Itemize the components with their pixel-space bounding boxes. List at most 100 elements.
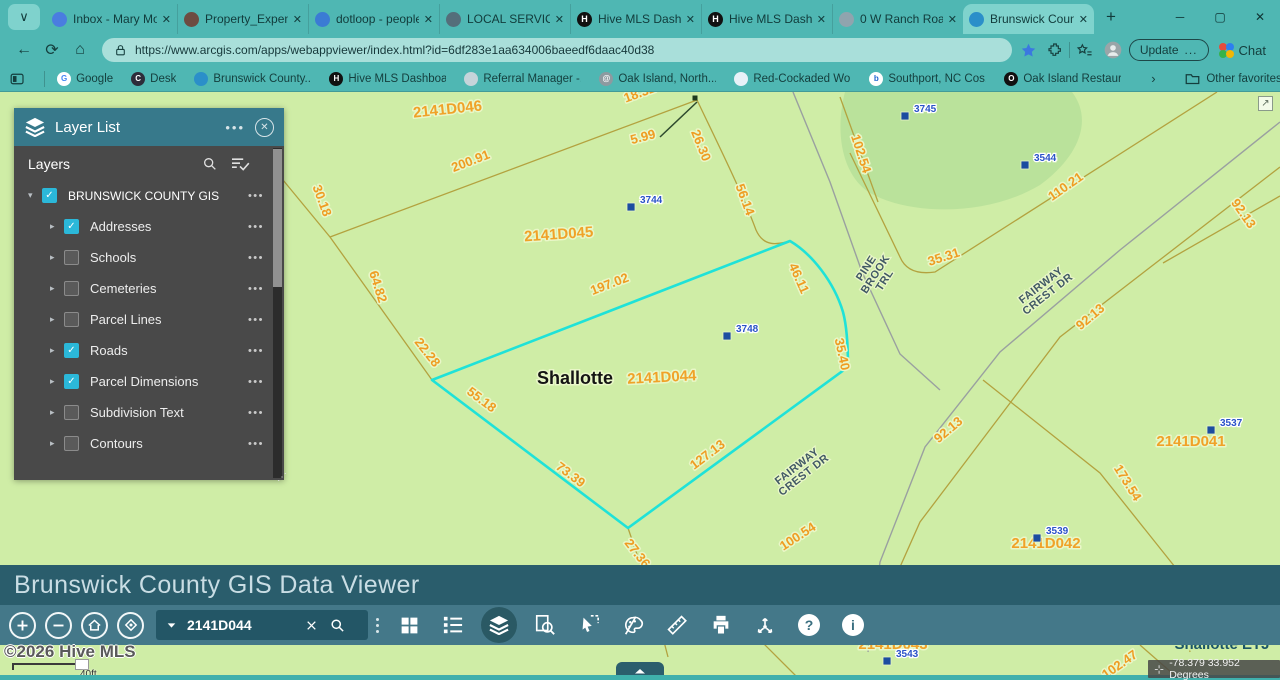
collections-icon[interactable] <box>1076 42 1093 59</box>
layer-checkbox[interactable]: ✓ <box>64 374 79 389</box>
attribute-table-edge[interactable] <box>0 675 1280 680</box>
layer-expander-caret[interactable]: ▸ <box>50 345 64 356</box>
browser-tab[interactable]: HHive MLS Dashboa✕ <box>701 4 832 34</box>
scrollbar-thumb[interactable] <box>273 149 282 287</box>
layer-checkbox[interactable] <box>64 405 79 420</box>
profile-avatar[interactable] <box>1103 40 1123 60</box>
measure-button[interactable] <box>655 606 699 644</box>
draw-button[interactable] <box>611 606 655 644</box>
browser-tab[interactable]: HHive MLS Dashboa✕ <box>570 4 701 34</box>
bookmark-item[interactable]: bSouthport, NC Cos... <box>869 72 986 86</box>
layer-list-header[interactable]: Layer List ••• ✕ <box>14 108 284 146</box>
tab-close-icon[interactable]: ✕ <box>681 13 695 26</box>
bookmark-item[interactable]: GGoogle <box>57 72 113 86</box>
bookmark-item[interactable]: OOak Island Restaur... <box>1004 72 1121 86</box>
search-submit-icon[interactable] <box>330 618 345 633</box>
tab-close-icon[interactable]: ✕ <box>812 13 826 26</box>
layer-checkbox[interactable] <box>64 281 79 296</box>
bookmark-item[interactable]: HHive MLS Dashboa... <box>329 72 446 86</box>
zoom-in-button[interactable] <box>9 612 36 639</box>
layer-menu-button[interactable]: ••• <box>248 407 264 419</box>
window-minimize-button[interactable]: ─ <box>1160 2 1200 32</box>
browser-tab[interactable]: Inbox - Mary Morg✕ <box>46 4 177 34</box>
window-close-button[interactable]: ✕ <box>1240 2 1280 32</box>
bookmarks-overflow-chevron[interactable]: › <box>1139 71 1167 86</box>
basemap-gallery-button[interactable] <box>387 606 431 644</box>
layer-expander-caret[interactable]: ▸ <box>50 438 64 449</box>
layer-expander-caret[interactable]: ▸ <box>50 407 64 418</box>
browser-tab[interactable]: Property_Expense_✕ <box>177 4 308 34</box>
tab-search-button[interactable]: ∨ <box>8 4 40 30</box>
tab-close-icon[interactable]: ✕ <box>157 13 171 26</box>
layer-menu-button[interactable]: ••• <box>248 438 264 450</box>
update-button[interactable]: Update ... <box>1129 39 1209 61</box>
map-overview-toggle-icon[interactable]: ↗ <box>1258 96 1273 111</box>
my-location-button[interactable] <box>117 612 144 639</box>
layer-list-button[interactable] <box>481 607 517 643</box>
help-button[interactable]: ? <box>787 606 831 644</box>
layer-menu-button[interactable]: ••• <box>248 283 264 295</box>
bookmark-item[interactable]: Brunswick County... <box>194 72 311 86</box>
layer-menu-button[interactable]: ••• <box>248 376 264 388</box>
zoom-out-button[interactable] <box>45 612 72 639</box>
tab-close-icon[interactable]: ✕ <box>550 13 564 26</box>
layer-menu-button[interactable]: ••• <box>248 190 264 202</box>
browser-tab[interactable]: dotloop - peoplew✕ <box>308 4 439 34</box>
bookmark-item[interactable]: CDesk <box>131 72 176 86</box>
layer-expander-caret[interactable]: ▾ <box>28 190 42 201</box>
tab-close-icon[interactable]: ✕ <box>1074 13 1088 26</box>
panel-close-button[interactable]: ✕ <box>255 118 274 137</box>
layer-checkbox[interactable]: ✓ <box>42 188 57 203</box>
tab-close-icon[interactable]: ✕ <box>288 13 302 26</box>
browser-tab[interactable]: Brunswick County✕ <box>963 4 1094 34</box>
layer-menu-button[interactable]: ••• <box>248 314 264 326</box>
search-input[interactable] <box>187 617 305 633</box>
layer-checkbox[interactable] <box>64 250 79 265</box>
browser-tab[interactable]: 0 W Ranch Road W✕ <box>832 4 963 34</box>
other-favorites-button[interactable]: Other favorites <box>1185 72 1280 85</box>
window-maximize-button[interactable]: ▢ <box>1200 2 1240 32</box>
back-button[interactable]: ← <box>10 41 38 59</box>
select-features-button[interactable] <box>567 606 611 644</box>
chat-button[interactable]: Chat <box>1215 43 1270 58</box>
home-extent-button[interactable] <box>81 612 108 639</box>
sidebar-toggle-icon[interactable] <box>10 72 24 86</box>
layer-filter-icon[interactable] <box>230 156 250 172</box>
layer-checkbox[interactable]: ✓ <box>64 343 79 358</box>
browser-tab[interactable]: LOCAL SERVICE PR✕ <box>439 4 570 34</box>
refresh-button[interactable]: ⟳ <box>38 40 66 60</box>
layer-checkbox[interactable]: ✓ <box>64 219 79 234</box>
layer-expander-caret[interactable]: ▸ <box>50 314 64 325</box>
layer-search-icon[interactable] <box>202 156 218 172</box>
panel-menu-button[interactable]: ••• <box>225 120 245 135</box>
bookmark-star-icon[interactable] <box>1020 42 1037 59</box>
home-button[interactable]: ⌂ <box>66 41 94 59</box>
panel-resize-handle[interactable]: ⋰ <box>277 472 287 483</box>
layer-expander-caret[interactable]: ▸ <box>50 252 64 263</box>
layer-menu-button[interactable]: ••• <box>248 345 264 357</box>
layer-expander-caret[interactable]: ▸ <box>50 376 64 387</box>
search-dropdown-caret[interactable] <box>165 619 178 632</box>
layer-checkbox[interactable] <box>64 312 79 327</box>
print-button[interactable] <box>699 606 743 644</box>
tab-close-icon[interactable]: ✕ <box>419 13 433 26</box>
layer-expander-caret[interactable]: ▸ <box>50 221 64 232</box>
toolbar-overflow-dots[interactable] <box>376 616 379 634</box>
extensions-icon[interactable] <box>1047 42 1063 58</box>
share-button[interactable] <box>743 606 787 644</box>
tab-close-icon[interactable]: ✕ <box>943 13 957 26</box>
url-field[interactable]: https://www.arcgis.com/apps/webappviewer… <box>102 38 1012 62</box>
layer-checkbox[interactable] <box>64 436 79 451</box>
search-clear-icon[interactable] <box>305 619 318 632</box>
about-button[interactable]: i <box>831 606 875 644</box>
parcel-search-box[interactable] <box>156 610 368 640</box>
layer-menu-button[interactable]: ••• <box>248 252 264 264</box>
layer-menu-button[interactable]: ••• <box>248 221 264 233</box>
legend-button[interactable] <box>431 606 475 644</box>
attribute-query-button[interactable] <box>523 606 567 644</box>
bookmark-item[interactable]: @Oak Island, North... <box>599 72 716 86</box>
bookmark-item[interactable]: Referral Manager -... <box>464 72 581 86</box>
layer-expander-caret[interactable]: ▸ <box>50 283 64 294</box>
new-tab-button[interactable]: + <box>1094 7 1128 27</box>
bookmark-item[interactable]: Red-Cockaded Wo... <box>734 72 851 86</box>
